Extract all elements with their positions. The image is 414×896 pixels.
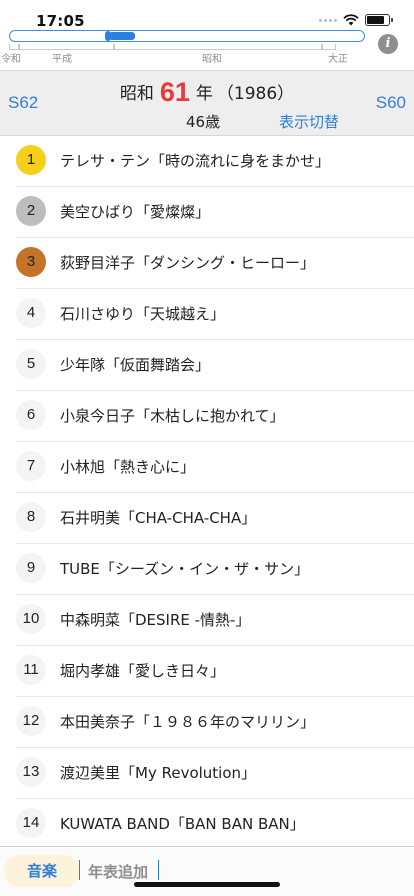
song-title: 堀内孝雄「愛しき日々」: [60, 662, 226, 680]
song-title: 少年隊「仮面舞踏会」: [60, 356, 211, 374]
song-title: KUWATA BAND「BAN BAN BAN」: [60, 815, 305, 833]
song-title: 荻野目洋子「ダンシング・ヒーロー」: [60, 254, 316, 272]
list-item[interactable]: 6 小泉今日子「木枯しに抱かれて」: [0, 391, 414, 442]
rank-badge: 7: [16, 451, 46, 481]
rank-badge: 3: [16, 247, 46, 277]
rank-badge: 8: [16, 502, 46, 532]
year-suffix: 年: [195, 84, 213, 104]
tab-music[interactable]: 音楽: [4, 855, 80, 887]
cellular-signal-icon: [319, 18, 337, 22]
era-labels: 令和 平成 昭和 大正: [1, 50, 414, 65]
status-icons: [319, 14, 393, 26]
rank-badge: 13: [16, 757, 46, 787]
era-label-heisei: 平成: [52, 54, 72, 65]
previous-year-button[interactable]: S60: [376, 93, 406, 113]
era-name: 昭和: [119, 84, 154, 104]
list-item[interactable]: 11 堀内孝雄「愛しき日々」: [0, 646, 414, 697]
era-year-number: 61: [159, 77, 190, 107]
list-item[interactable]: 14 KUWATA BAND「BAN BAN BAN」: [0, 799, 414, 850]
song-title: 石井明美「CHA-CHA-CHA」: [60, 509, 257, 527]
battery-icon: [365, 14, 393, 26]
list-item[interactable]: 4 石川さゆり「天城越え」: [0, 289, 414, 340]
rank-badge: 9: [16, 553, 46, 583]
song-title: 本田美奈子「１９８６年のマリリン」: [60, 713, 316, 731]
rank-badge: 10: [16, 604, 46, 634]
rank-badge: 6: [16, 400, 46, 430]
year-display: 昭和 61 年（1986）: [0, 77, 414, 108]
age-label: 46歳: [186, 113, 221, 131]
song-title: 渡辺美里「My Revolution」: [60, 764, 257, 782]
song-title: 小林旭「熱き心に」: [60, 458, 196, 476]
wifi-icon: [343, 14, 359, 26]
western-year: （1986）: [216, 84, 295, 104]
bottom-tab-bar: 音楽 年表追加: [0, 846, 414, 896]
timeline-thumb[interactable]: [105, 31, 135, 41]
era-label-showa: 昭和: [202, 54, 222, 65]
era-timeline-slider[interactable]: 令和 平成 昭和 大正: [1, 26, 365, 66]
list-item[interactable]: 2 美空ひばり「愛燦燦」: [0, 187, 414, 238]
song-title: TUBE「シーズン・イン・ザ・サン」: [60, 560, 310, 578]
list-item[interactable]: 7 小林旭「熱き心に」: [0, 442, 414, 493]
rank-badge: 12: [16, 706, 46, 736]
song-ranking-list: 1 テレサ・テン「時の流れに身をまかせ」 2 美空ひばり「愛燦燦」 3 荻野目洋子「ダンシ…: [0, 136, 414, 850]
list-item[interactable]: 1 テレサ・テン「時の流れに身をまかせ」: [0, 136, 414, 187]
list-item[interactable]: 10 中森明菜「DESIRE -情熱-」: [0, 595, 414, 646]
song-title: 美空ひばり「愛燦燦」: [60, 203, 211, 221]
tab-add-timeline[interactable]: 年表追加: [88, 861, 148, 882]
list-item[interactable]: 8 石井明美「CHA-CHA-CHA」: [0, 493, 414, 544]
tab-divider: [158, 860, 159, 880]
status-bar: 17:05: [0, 0, 414, 30]
rank-badge: 4: [16, 298, 46, 328]
rank-badge: 11: [16, 655, 46, 685]
list-item[interactable]: 13 渡辺美里「My Revolution」: [0, 748, 414, 799]
list-item[interactable]: 9 TUBE「シーズン・イン・ザ・サン」: [0, 544, 414, 595]
tab-divider: [79, 860, 80, 880]
rank-badge: 14: [16, 808, 46, 838]
era-label-taisho: 大正: [328, 54, 348, 65]
info-icon[interactable]: i: [378, 34, 398, 54]
display-toggle-button[interactable]: 表示切替: [279, 111, 339, 132]
era-label-reiwa: 令和: [1, 54, 21, 65]
song-title: テレサ・テン「時の流れに身をまかせ」: [60, 152, 331, 170]
year-header: S62 昭和 61 年（1986） 46歳 表示切替 S60: [0, 70, 414, 136]
song-title: 小泉今日子「木枯しに抱かれて」: [60, 407, 285, 425]
home-indicator: [134, 882, 280, 887]
list-item[interactable]: 12 本田美奈子「１９８６年のマリリン」: [0, 697, 414, 748]
timeline-track[interactable]: [9, 30, 365, 42]
rank-badge: 5: [16, 349, 46, 379]
rank-badge: 1: [16, 145, 46, 175]
list-item[interactable]: 5 少年隊「仮面舞踏会」: [0, 340, 414, 391]
song-title: 石川さゆり「天城越え」: [60, 305, 226, 323]
list-item[interactable]: 3 荻野目洋子「ダンシング・ヒーロー」: [0, 238, 414, 289]
rank-badge: 2: [16, 196, 46, 226]
song-title: 中森明菜「DESIRE -情熱-」: [60, 611, 251, 629]
